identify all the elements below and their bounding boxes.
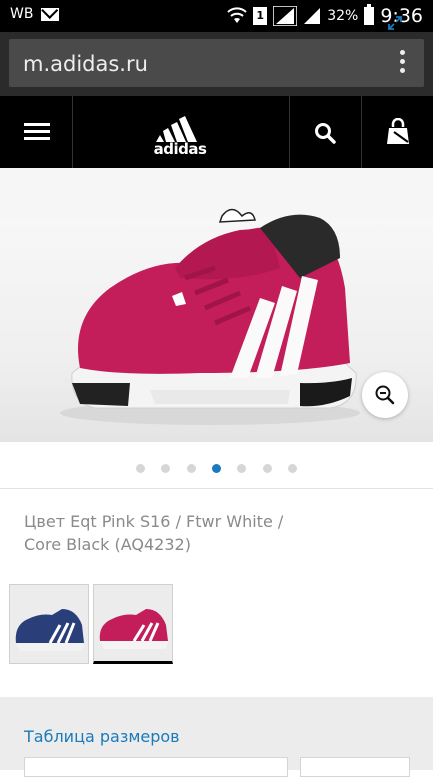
status-bar: WB 1 32% 9:36 xyxy=(0,0,433,32)
quantity-select[interactable] xyxy=(300,757,410,777)
logo-text: adidas xyxy=(153,140,207,158)
browser-menu-icon[interactable] xyxy=(400,50,406,76)
shopping-bag-icon[interactable] xyxy=(386,118,410,146)
wifi-icon xyxy=(227,7,247,23)
url-text[interactable]: m.adidas.ru xyxy=(23,52,148,76)
carrier-label: WB xyxy=(10,6,34,22)
fullscreen-expand-icon[interactable] xyxy=(388,16,402,30)
carousel-dot[interactable] xyxy=(161,464,171,473)
size-table-link[interactable]: Таблица размеров xyxy=(24,727,180,746)
zoom-out-icon xyxy=(375,385,395,405)
sneaker-thumbnail xyxy=(94,585,172,661)
sneaker-thumbnail xyxy=(10,585,88,663)
color-swatch-navy[interactable] xyxy=(9,584,89,664)
nav-divider xyxy=(72,96,73,168)
mail-icon xyxy=(41,8,59,21)
signal-icon-2 xyxy=(304,8,321,24)
search-icon[interactable] xyxy=(314,122,336,144)
size-select[interactable] xyxy=(24,757,288,777)
hamburger-icon[interactable] xyxy=(24,123,50,144)
battery-icon xyxy=(364,4,375,25)
carousel-dot-active[interactable] xyxy=(212,464,221,473)
nav-divider xyxy=(361,96,362,168)
adidas-logo[interactable]: adidas xyxy=(150,110,210,158)
zoom-button[interactable] xyxy=(362,372,408,418)
carousel-dot[interactable] xyxy=(186,464,196,473)
sim-slot-badge: 1 xyxy=(253,7,268,25)
carousel-pagination xyxy=(0,460,433,473)
battery-percent: 32% xyxy=(327,8,359,24)
site-header: adidas xyxy=(0,96,433,168)
color-swatch-pink[interactable] xyxy=(93,584,173,664)
carousel-dot[interactable] xyxy=(135,464,145,473)
nav-divider xyxy=(289,96,290,168)
carousel-dot[interactable] xyxy=(262,464,272,473)
carousel-dot[interactable] xyxy=(237,464,247,473)
browser-toolbar: m.adidas.ru xyxy=(0,32,433,96)
address-bar[interactable]: m.adidas.ru xyxy=(9,39,424,87)
section-divider xyxy=(0,488,433,489)
carousel-dot[interactable] xyxy=(288,464,298,473)
signal-icon xyxy=(273,6,298,26)
product-color-description: Цвет Eqt Pink S16 / Ftwr White / Core Bl… xyxy=(24,512,284,554)
